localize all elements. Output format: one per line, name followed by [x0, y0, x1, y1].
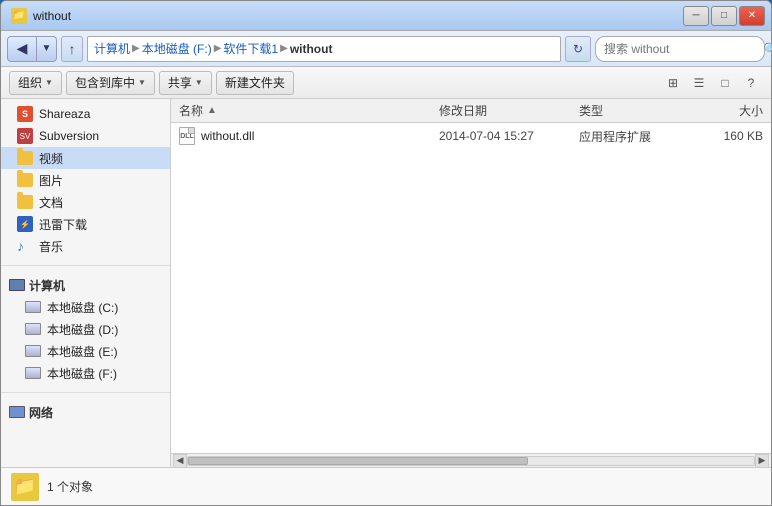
column-headers: 名称 ▲ 修改日期 类型 大小 — [171, 99, 771, 123]
folder-documents-icon — [17, 194, 33, 210]
sort-arrow-icon: ▲ — [207, 105, 217, 116]
drive-d-icon — [25, 321, 41, 337]
sidebar-item-drive-c[interactable]: 本地磁盘 (C:) — [1, 296, 170, 318]
search-input[interactable] — [604, 42, 759, 56]
detail-view-button[interactable]: □ — [713, 71, 737, 95]
sidebar-item-drive-f[interactable]: 本地磁盘 (F:) — [1, 362, 170, 384]
network-icon — [9, 406, 25, 418]
sidebar-divider-2 — [1, 392, 170, 393]
scroll-right-button[interactable]: ▶ — [755, 454, 769, 468]
xunlei-icon: ⚡ — [17, 216, 33, 232]
search-icon[interactable]: 🔍 — [763, 42, 772, 56]
back-button[interactable]: ◀ — [7, 36, 37, 62]
title-bar: 📁 without ─ □ ✕ — [1, 1, 771, 31]
sidebar-item-music[interactable]: ♪ 音乐 — [1, 235, 170, 257]
close-button[interactable]: ✕ — [739, 6, 765, 26]
breadcrumb-sep-3: ▶ — [280, 43, 288, 54]
col-type-header[interactable]: 类型 — [579, 102, 709, 119]
music-icon: ♪ — [17, 238, 33, 254]
breadcrumb-item-software[interactable]: 软件下载1 — [223, 40, 278, 57]
horizontal-scrollbar[interactable]: ◀ ▶ — [171, 453, 771, 467]
sidebar-item-subversion[interactable]: SV Subversion — [1, 125, 170, 147]
col-date-header[interactable]: 修改日期 — [439, 102, 579, 119]
scroll-track[interactable] — [187, 456, 755, 466]
drive-e-icon — [25, 343, 41, 359]
drive-c-icon — [25, 299, 41, 315]
sidebar-item-pictures[interactable]: 图片 — [1, 169, 170, 191]
computer-icon — [9, 279, 25, 291]
new-folder-button[interactable]: 新建文件夹 — [216, 71, 294, 95]
up-button[interactable]: ↑ — [61, 36, 83, 62]
breadcrumb-sep-1: ▶ — [132, 43, 140, 54]
shareaza-icon: S — [17, 106, 33, 122]
window-icon: 📁 — [11, 8, 27, 24]
nav-group: ◀ ▼ — [7, 36, 57, 62]
toolbar: 组织 ▼ 包含到库中 ▼ 共享 ▼ 新建文件夹 ⊞ ☰ □ ? — [1, 67, 771, 99]
list-view-button[interactable]: ☰ — [687, 71, 711, 95]
sidebar-item-drive-d[interactable]: 本地磁盘 (D:) — [1, 318, 170, 340]
organize-arrow: ▼ — [45, 78, 53, 87]
col-size-header[interactable]: 大小 — [709, 102, 763, 119]
sidebar-item-xunlei[interactable]: ⚡ 迅雷下载 — [1, 213, 170, 235]
subversion-icon: SV — [17, 128, 33, 144]
view-buttons: ⊞ ☰ □ ? — [661, 71, 763, 95]
file-area: 名称 ▲ 修改日期 类型 大小 DLL — [171, 99, 771, 467]
maximize-button[interactable]: □ — [711, 6, 737, 26]
window-title: without — [33, 9, 71, 23]
title-bar-left: 📁 without — [11, 8, 71, 24]
file-date-cell: 2014-07-04 15:27 — [439, 129, 579, 143]
refresh-button[interactable]: ↻ — [565, 36, 591, 62]
forward-button[interactable]: ▼ — [37, 36, 57, 62]
folder-pictures-icon — [17, 172, 33, 188]
library-arrow: ▼ — [138, 78, 146, 87]
sidebar-network-section: 网络 — [1, 397, 170, 427]
sidebar-computer-section: 计算机 本地磁盘 (C:) 本地磁盘 (D:) — [1, 270, 170, 388]
search-bar: 🔍 — [595, 36, 765, 62]
organize-button[interactable]: 组织 ▼ — [9, 71, 62, 95]
folder-video-icon — [17, 150, 33, 166]
file-list: DLL without.dll 2014-07-04 15:27 应用程序扩展 … — [171, 123, 771, 453]
sidebar: S Shareaza SV Subversion 视频 — [1, 99, 171, 467]
main-area: S Shareaza SV Subversion 视频 — [1, 99, 771, 467]
share-button[interactable]: 共享 ▼ — [159, 71, 212, 95]
breadcrumb-sep-2: ▶ — [214, 43, 222, 54]
sidebar-network-header[interactable]: 网络 — [1, 401, 170, 423]
scroll-thumb[interactable] — [188, 457, 528, 465]
breadcrumb-item-current: without — [290, 42, 333, 56]
scroll-left-button[interactable]: ◀ — [173, 454, 187, 468]
sidebar-item-shareaza[interactable]: S Shareaza — [1, 103, 170, 125]
drive-f-icon — [25, 365, 41, 381]
table-row[interactable]: DLL without.dll 2014-07-04 15:27 应用程序扩展 … — [171, 123, 771, 149]
sidebar-item-documents[interactable]: 文档 — [1, 191, 170, 213]
sidebar-divider-1 — [1, 265, 170, 266]
breadcrumb[interactable]: 计算机 ▶ 本地磁盘 (F:) ▶ 软件下载1 ▶ without — [87, 36, 561, 62]
sidebar-item-videos[interactable]: 视频 — [1, 147, 170, 169]
main-window: 📁 without ─ □ ✕ ◀ ▼ ↑ 计算机 ▶ 本地磁盘 (F:) ▶ … — [0, 0, 772, 506]
col-name-header[interactable]: 名称 ▲ — [179, 102, 439, 119]
file-name-cell: DLL without.dll — [179, 128, 439, 144]
dll-file-icon: DLL — [179, 128, 195, 144]
title-controls: ─ □ ✕ — [683, 6, 765, 26]
sidebar-computer-header[interactable]: 计算机 — [1, 274, 170, 296]
status-bar: 📁 1 个对象 — [1, 467, 771, 505]
file-size-cell: 160 KB — [709, 129, 763, 143]
breadcrumb-item-computer[interactable]: 计算机 — [94, 40, 130, 57]
status-folder-icon: 📁 — [11, 473, 39, 501]
sidebar-favorites: S Shareaza SV Subversion 视频 — [1, 99, 170, 261]
thumbnail-view-button[interactable]: ⊞ — [661, 71, 685, 95]
help-button[interactable]: ? — [739, 71, 763, 95]
breadcrumb-item-drive[interactable]: 本地磁盘 (F:) — [142, 40, 212, 57]
minimize-button[interactable]: ─ — [683, 6, 709, 26]
address-bar: ◀ ▼ ↑ 计算机 ▶ 本地磁盘 (F:) ▶ 软件下载1 ▶ without … — [1, 31, 771, 67]
file-type-cell: 应用程序扩展 — [579, 128, 709, 145]
sidebar-item-drive-e[interactable]: 本地磁盘 (E:) — [1, 340, 170, 362]
share-arrow: ▼ — [195, 78, 203, 87]
status-text: 1 个对象 — [47, 478, 93, 495]
include-library-button[interactable]: 包含到库中 ▼ — [66, 71, 155, 95]
